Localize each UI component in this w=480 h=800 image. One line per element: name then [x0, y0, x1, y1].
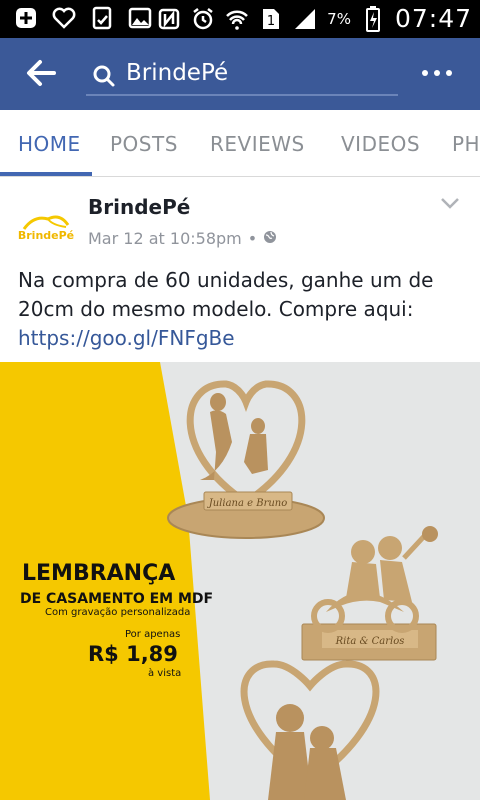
- more-options-icon[interactable]: [422, 70, 452, 76]
- svg-text:Juliana e Bruno: Juliana e Bruno: [207, 498, 288, 509]
- ad-tagline: Com gravação personalizada: [45, 607, 191, 618]
- wifi-icon: [225, 7, 249, 31]
- post-meta: Mar 12 at 10:58pm •: [88, 229, 277, 248]
- ad-price: R$ 1,89: [88, 642, 178, 666]
- status-bar: 1 7% 07:47: [0, 0, 480, 38]
- battery-percent: 7%: [327, 9, 351, 28]
- alarm-icon: [191, 7, 215, 31]
- clipboard-check-icon: [90, 6, 114, 30]
- add-notification-icon: [14, 6, 38, 30]
- ad-price-prefix: Por apenas: [125, 629, 181, 640]
- search-icon: [92, 64, 116, 92]
- battery-charging-icon: [361, 5, 385, 32]
- svg-text:1: 1: [267, 14, 275, 29]
- tab-videos[interactable]: VIDEOS: [341, 132, 420, 156]
- post-timestamp[interactable]: Mar 12 at 10:58pm: [88, 229, 242, 248]
- tab-home[interactable]: HOME: [18, 132, 81, 156]
- page-name[interactable]: BrindePé: [88, 195, 190, 219]
- tab-posts[interactable]: POSTS: [110, 132, 178, 156]
- cellular-signal-icon: [293, 7, 317, 31]
- svg-text:BrindePé: BrindePé: [18, 229, 74, 242]
- globe-icon: [263, 229, 277, 248]
- search-query[interactable]: BrindePé: [126, 60, 228, 86]
- svg-text:Rita & Carlos: Rita & Carlos: [335, 636, 405, 647]
- back-arrow-icon[interactable]: [24, 58, 58, 88]
- clock: 07:47: [394, 4, 472, 33]
- nfc-icon: [157, 7, 181, 31]
- post-text: Na compra de 60 unidades, ganhe um de 20…: [18, 266, 468, 353]
- tab-photos[interactable]: PH: [452, 132, 480, 156]
- post-body: Na compra de 60 unidades, ganhe um de 20…: [18, 268, 434, 321]
- ad-headline: LEMBRANÇA: [22, 561, 176, 586]
- post-header: BrindePé BrindePé Mar 12 at 10:58pm •: [0, 177, 480, 257]
- ad-subheadline: DE CASAMENTO EM MDF: [20, 591, 214, 607]
- ad-price-suffix: à vista: [148, 668, 182, 679]
- meta-separator: •: [247, 229, 258, 248]
- sim-card-icon: 1: [259, 7, 283, 31]
- tab-reviews[interactable]: REVIEWS: [210, 132, 305, 156]
- post-image[interactable]: Juliana e Bruno Rita & Carlos LEMBRANÇA …: [0, 362, 480, 800]
- page-avatar[interactable]: BrindePé: [18, 199, 74, 255]
- chevron-down-icon[interactable]: [440, 195, 460, 214]
- active-tab-indicator: [0, 172, 92, 176]
- app-bar: BrindePé: [0, 38, 480, 110]
- image-icon: [128, 6, 152, 30]
- search-field[interactable]: BrindePé: [86, 54, 398, 96]
- page-tabs: HOME POSTS REVIEWS VIDEOS PH: [0, 110, 480, 177]
- post-link[interactable]: https://goo.gl/FNFgBe: [18, 324, 468, 353]
- heart-icon: [52, 6, 76, 30]
